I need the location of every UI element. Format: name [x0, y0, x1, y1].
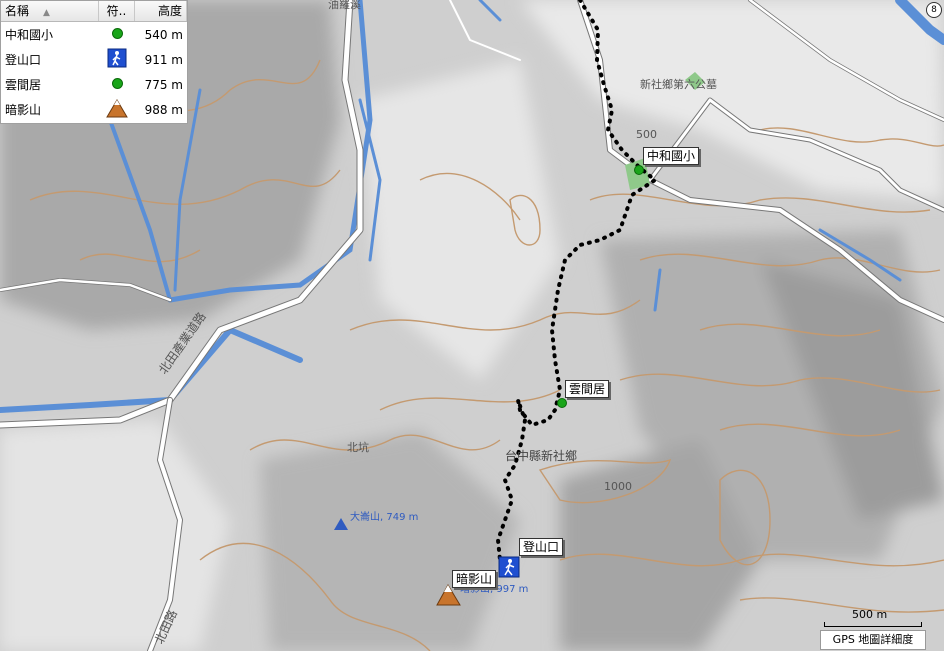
- header-name[interactable]: 名稱 ▲: [1, 1, 99, 21]
- waypoint-name: 中和國小: [5, 28, 54, 42]
- green-dot-icon: [99, 77, 135, 92]
- waypoint-name: 雲間居: [5, 78, 42, 92]
- scale-bar: [824, 622, 922, 627]
- trailhead-icon[interactable]: [498, 556, 520, 578]
- waypoint-elevation: 775 m: [144, 77, 183, 92]
- waypoint-list-header: 名稱 ▲ 符.. 高度: [1, 1, 187, 22]
- label-cemetery: 新社鄉第六公墓: [640, 77, 717, 91]
- waypoint-elevation: 540 m: [144, 27, 183, 42]
- mountain-icon: [99, 98, 135, 121]
- label-contour-500: 500: [636, 128, 657, 141]
- waypoint-row[interactable]: 中和國小 540 m: [1, 22, 187, 47]
- waypoint-label-yunjianju[interactable]: 雲間居: [565, 380, 610, 398]
- waypoint-label-anying[interactable]: 暗影山: [452, 570, 497, 588]
- label-contour-1000: 1000: [604, 480, 632, 493]
- waypoint-row[interactable]: 暗影山 988 m: [1, 97, 187, 122]
- waypoint-name: 登山口: [5, 53, 42, 67]
- sort-arrow-icon: ▲: [43, 8, 50, 18]
- corner-badge: 8: [926, 2, 942, 18]
- waypoint-row[interactable]: 雲間居 775 m: [1, 72, 187, 97]
- waypoint-row[interactable]: 登山口 911 m: [1, 47, 187, 72]
- green-dot-icon: [99, 27, 135, 42]
- gps-detail-label[interactable]: GPS 地圖詳細度: [820, 630, 926, 650]
- waypoint-label-trailhead[interactable]: 登山口: [519, 538, 564, 556]
- scale-label: 500 m: [852, 608, 888, 621]
- waypoint-list-panel[interactable]: 名稱 ▲ 符.. 高度 中和國小 540 m 登山口 911 m 雲間居 775 …: [0, 0, 188, 124]
- label-top-river: 油羅溪: [328, 0, 361, 11]
- waypoint-elevation: 988 m: [144, 102, 183, 117]
- header-symbol[interactable]: 符..: [99, 1, 135, 21]
- label-daluan: 大崙山, 749 m: [350, 510, 418, 523]
- hiker-icon: [99, 48, 135, 71]
- label-beikeng: 北坑: [347, 440, 369, 454]
- header-elevation[interactable]: 高度: [135, 1, 187, 21]
- waypoint-name: 暗影山: [5, 103, 42, 117]
- map-scale: 500 m GPS 地圖詳細度: [820, 606, 926, 650]
- waypoint-label-zhonghe[interactable]: 中和國小: [643, 147, 700, 165]
- label-town: 台中縣新社鄉: [505, 448, 577, 463]
- waypoint-dot-zhonghe[interactable]: [634, 165, 644, 175]
- waypoint-dot-yunjianju[interactable]: [557, 398, 567, 408]
- waypoint-elevation: 911 m: [144, 52, 183, 67]
